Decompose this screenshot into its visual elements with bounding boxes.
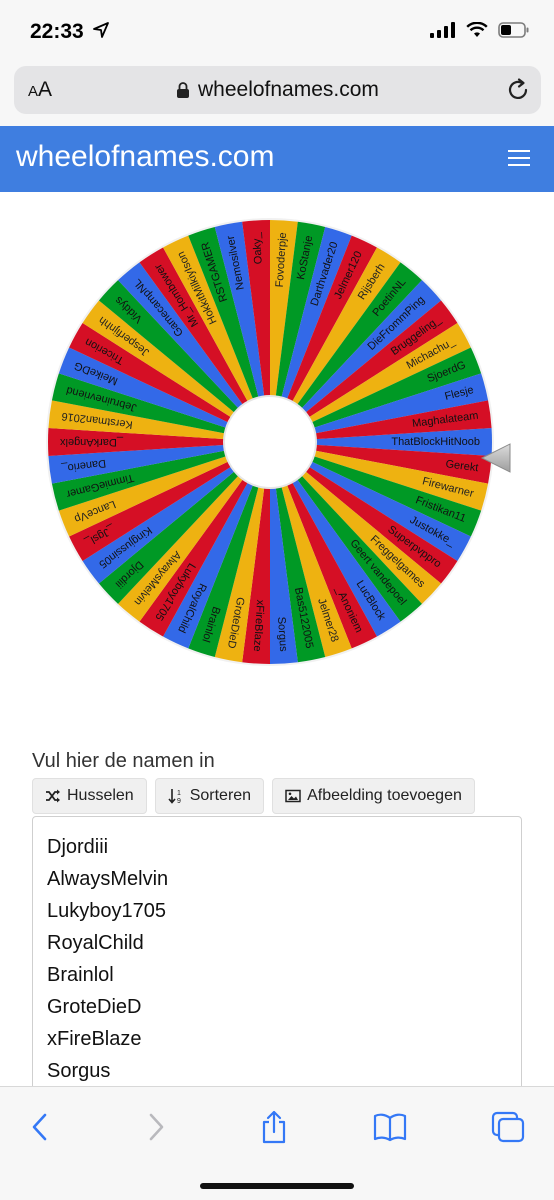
- bookmarks-icon: [373, 1113, 407, 1142]
- url-text: wheelofnames.com: [198, 78, 379, 101]
- status-time: 22:33: [30, 20, 84, 43]
- tabs-icon: [491, 1111, 525, 1143]
- shuffle-button[interactable]: Husselen: [32, 778, 147, 814]
- menu-hamburger-icon[interactable]: [508, 150, 530, 168]
- svg-text:9: 9: [177, 798, 181, 804]
- tabs-button[interactable]: [490, 1109, 526, 1145]
- name-entry: Brainlol: [47, 964, 114, 986]
- site-title[interactable]: wheelofnames.com: [16, 140, 274, 174]
- forward-icon: [149, 1113, 164, 1141]
- wheel-segment-label: _DarkAngelx: [60, 436, 124, 448]
- wheel-center-hub[interactable]: [223, 395, 317, 489]
- sort-button[interactable]: 1 9 Sorteren: [154, 778, 265, 814]
- name-entry: Sorgus: [47, 1060, 111, 1082]
- svg-text:1: 1: [177, 790, 181, 797]
- cellular-signal-icon: [430, 22, 455, 38]
- name-entry: AlwaysMelvin: [47, 868, 169, 890]
- sort-label: Sorteren: [189, 787, 252, 804]
- home-indicator: [200, 1183, 354, 1189]
- wifi-icon: [466, 22, 488, 37]
- wheel-area: ThatBlockHitNoob Gerekt Firewarner Fristika…: [0, 192, 554, 732]
- share-button[interactable]: [256, 1109, 292, 1145]
- wheel-segment-label: Oaky_: [251, 231, 265, 264]
- address-bar[interactable]: AA wheelofnames.com: [14, 66, 541, 114]
- name-entry: Lukyboy1705: [47, 900, 166, 922]
- add-image-label: Afbeelding toevoegen: [307, 787, 462, 804]
- reader-aa-button[interactable]: AA: [28, 78, 52, 102]
- wheel-segment-label: ThatBlockHitNoob: [391, 436, 480, 448]
- name-entry: xFireBlaze: [47, 1028, 142, 1050]
- location-arrow-icon: [93, 22, 109, 38]
- battery-icon: [498, 22, 529, 38]
- sort-icon: 1 9: [168, 789, 181, 804]
- shuffle-icon: [46, 789, 60, 803]
- url-display[interactable]: wheelofnames.com: [176, 78, 379, 102]
- back-icon: [32, 1113, 47, 1141]
- forward-button[interactable]: [138, 1109, 174, 1145]
- name-entry: RoyalChild: [47, 932, 144, 954]
- name-wheel[interactable]: ThatBlockHitNoobGerektFirewarnerFristika…: [40, 212, 500, 672]
- names-toolbar: Husselen 1 9 Sorteren Afbeelding toevoeg…: [32, 778, 475, 814]
- add-image-button[interactable]: Afbeelding toevoegen: [272, 778, 475, 814]
- site-header: wheelofnames.com: [0, 126, 554, 192]
- browser-toolbar: [0, 1086, 554, 1200]
- lock-icon: [177, 82, 189, 98]
- back-button[interactable]: [22, 1109, 58, 1145]
- wheel-pointer-icon: [480, 443, 511, 473]
- names-input-label: Vul hier de namen in: [32, 750, 215, 772]
- reload-icon[interactable]: [505, 77, 531, 103]
- names-textarea[interactable]: Djordiii AlwaysMelvin Lukyboy1705 RoyalChil…: [32, 816, 522, 1090]
- name-entry: Djordiii: [47, 836, 109, 858]
- image-icon: [285, 789, 301, 803]
- status-bar: 22:33: [0, 0, 554, 62]
- bookmarks-button[interactable]: [372, 1109, 408, 1145]
- browser-address-area: AA wheelofnames.com: [0, 62, 554, 126]
- name-entry: GroteDieD: [47, 996, 142, 1018]
- share-icon: [262, 1110, 286, 1144]
- wheel-segment-label: Sorgus: [275, 616, 289, 652]
- shuffle-label: Husselen: [67, 787, 134, 804]
